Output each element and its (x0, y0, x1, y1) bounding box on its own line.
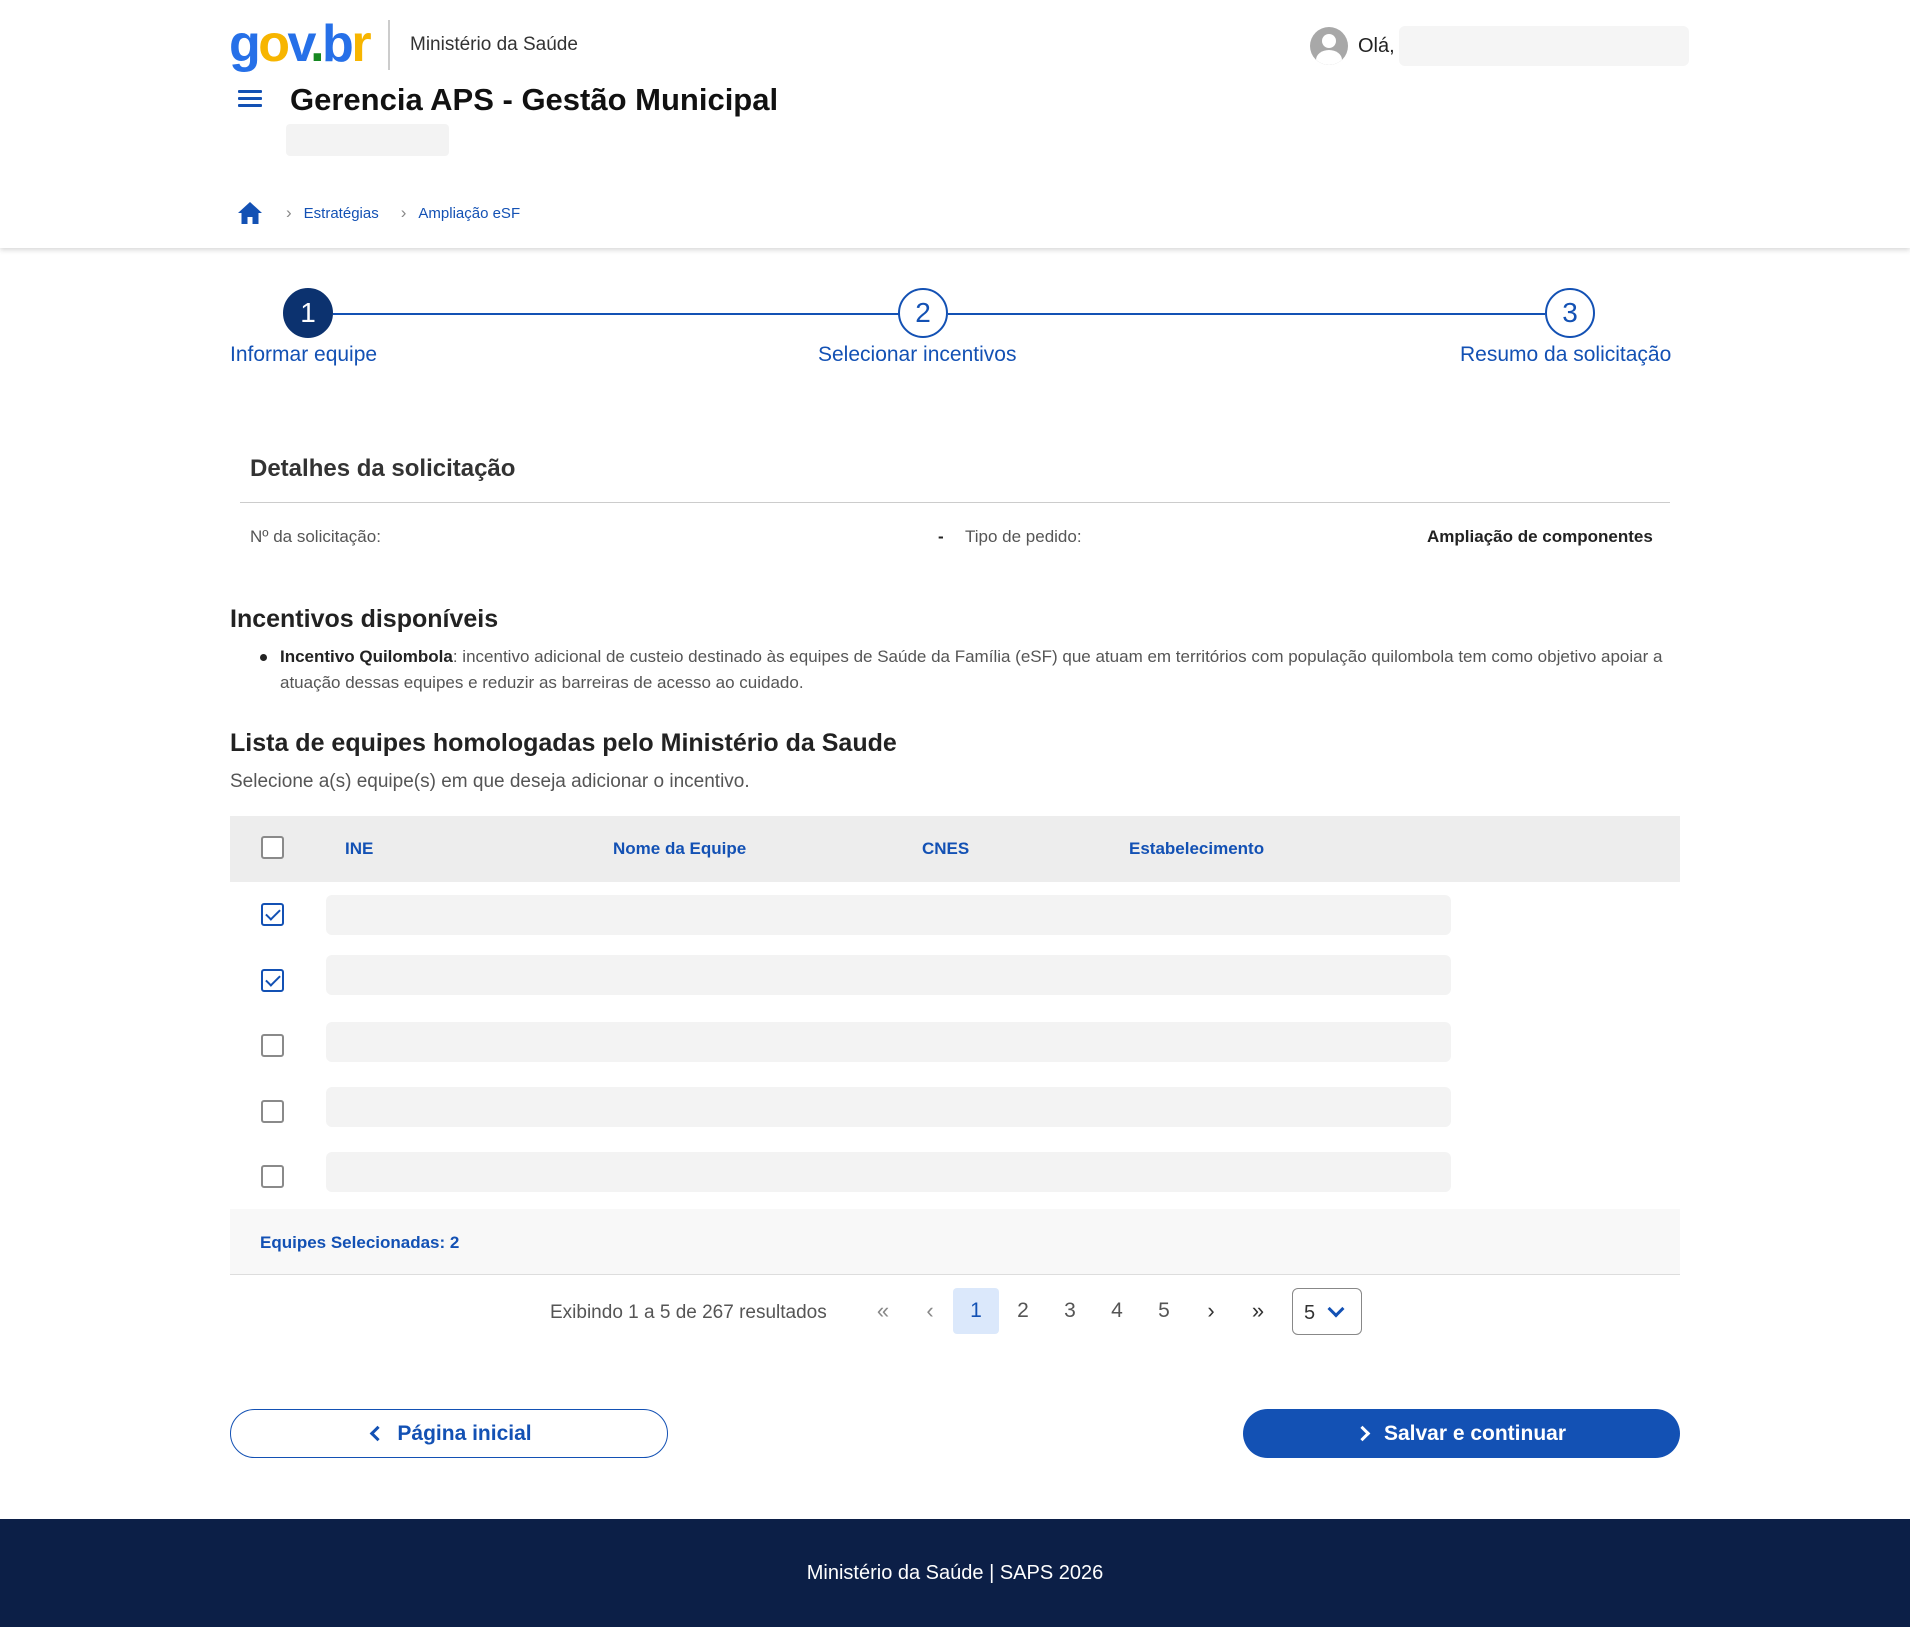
page-button-4[interactable]: 4 (1094, 1288, 1140, 1334)
incentives-heading: Incentivos disponíveis (230, 605, 499, 633)
incentive-list-item: Incentivo Quilombola: incentivo adiciona… (260, 644, 1690, 696)
column-header-ine[interactable]: INE (345, 839, 373, 859)
last-page-icon[interactable]: » (1235, 1288, 1281, 1334)
page-button-3[interactable]: 3 (1047, 1288, 1093, 1334)
home-icon[interactable] (236, 200, 264, 226)
footer-text: Ministério da Saúde | SAPS 2026 (806, 1561, 1104, 1584)
save-and-continue-button[interactable]: Salvar e continuar (1243, 1409, 1680, 1458)
teams-heading: Lista de equipes homologadas pelo Minist… (230, 729, 897, 757)
step-2-circle[interactable]: 2 (898, 288, 948, 338)
hamburger-menu-icon[interactable] (238, 90, 262, 110)
greeting-text: Olá, (1358, 34, 1395, 57)
row-4-checkbox[interactable] (261, 1100, 284, 1123)
table-row-redacted[interactable] (326, 1022, 1451, 1062)
incentive-description: : incentivo adicional de custeio destina… (280, 647, 1663, 692)
user-menu[interactable]: Olá, (1310, 26, 1689, 66)
breadcrumb-link-ampliacao-esf[interactable]: Ampliação eSF (418, 205, 520, 222)
chevron-right-icon: › (400, 203, 407, 222)
page-subtitle-redacted (286, 124, 449, 156)
table-row-redacted[interactable] (326, 1152, 1451, 1192)
row-3-checkbox[interactable] (261, 1034, 284, 1057)
page-button-5[interactable]: 5 (1141, 1288, 1187, 1334)
teams-instruction: Selecione a(s) equipe(s) em que deseja a… (230, 771, 750, 792)
details-divider (240, 502, 1670, 503)
govbr-logo[interactable]: gov.br (229, 14, 372, 74)
request-number-label: Nº da solicitação: (250, 527, 381, 546)
table-row-redacted[interactable] (326, 1087, 1451, 1127)
table-row-redacted[interactable] (326, 955, 1451, 995)
step-1-label[interactable]: Informar equipe (230, 343, 377, 367)
stepper-connector (333, 313, 899, 315)
chevron-right-icon (1354, 1425, 1371, 1442)
previous-page-icon[interactable]: ‹ (907, 1288, 953, 1334)
select-all-checkbox[interactable] (261, 836, 284, 859)
column-header-estabelecimento[interactable]: Estabelecimento (1129, 839, 1264, 859)
site-header: gov.br Ministério da Saúde Olá, Gerencia… (0, 0, 1910, 248)
step-1-circle[interactable]: 1 (283, 288, 333, 338)
table-row-redacted[interactable] (326, 895, 1451, 935)
home-page-button-label: Página inicial (397, 1421, 532, 1445)
user-avatar-icon (1310, 27, 1348, 65)
row-1-checkbox[interactable] (261, 903, 284, 926)
user-name-redacted (1398, 26, 1689, 66)
step-3-circle[interactable]: 3 (1545, 288, 1595, 338)
chevron-down-icon (1327, 1300, 1345, 1318)
request-type-label: Tipo de pedido: (965, 527, 1082, 546)
details-heading: Detalhes da solicitação (250, 455, 516, 482)
breadcrumb-link-estrategias[interactable]: Estratégias (304, 205, 379, 222)
home-page-button[interactable]: Página inicial (230, 1409, 668, 1458)
request-number-value: - (938, 527, 944, 546)
page-button-2[interactable]: 2 (1000, 1288, 1046, 1334)
step-2-label[interactable]: Selecionar incentivos (818, 343, 1016, 367)
column-header-nome-equipe[interactable]: Nome da Equipe (613, 839, 746, 859)
page-size-select[interactable]: 5 (1292, 1288, 1362, 1335)
save-and-continue-button-label: Salvar e continuar (1383, 1421, 1567, 1445)
chevron-left-icon (370, 1425, 386, 1442)
site-footer: Ministério da Saúde | SAPS 2026 (0, 1519, 1910, 1627)
page-size-value: 5 (1304, 1302, 1316, 1324)
stepper-connector (948, 313, 1545, 315)
next-page-icon[interactable]: › (1188, 1288, 1234, 1334)
breadcrumb: › Estratégias › Ampliação eSF (236, 200, 520, 226)
first-page-icon[interactable]: « (860, 1288, 906, 1334)
page-button-1[interactable]: 1 (953, 1288, 999, 1334)
request-type-value: Ampliação de componentes (1427, 527, 1653, 546)
selected-teams-count: Equipes Selecionadas: 2 (260, 1233, 460, 1252)
incentive-name: Incentivo Quilombola (280, 647, 453, 666)
row-2-checkbox[interactable] (261, 969, 284, 992)
row-5-checkbox[interactable] (261, 1165, 284, 1188)
table-header: INE Nome da Equipe CNES Estabelecimento (230, 816, 1680, 882)
page-title: Gerencia APS - Gestão Municipal (290, 82, 779, 117)
chevron-right-icon: › (286, 203, 292, 222)
logo-divider (388, 20, 390, 70)
column-header-cnes[interactable]: CNES (922, 839, 969, 859)
pagination-info: Exibindo 1 a 5 de 267 resultados (550, 1302, 827, 1323)
step-3-label[interactable]: Resumo da solicitação (1460, 343, 1671, 367)
organization-name: Ministério da Saúde (410, 34, 578, 55)
table-footer: Equipes Selecionadas: 2 (230, 1209, 1680, 1275)
